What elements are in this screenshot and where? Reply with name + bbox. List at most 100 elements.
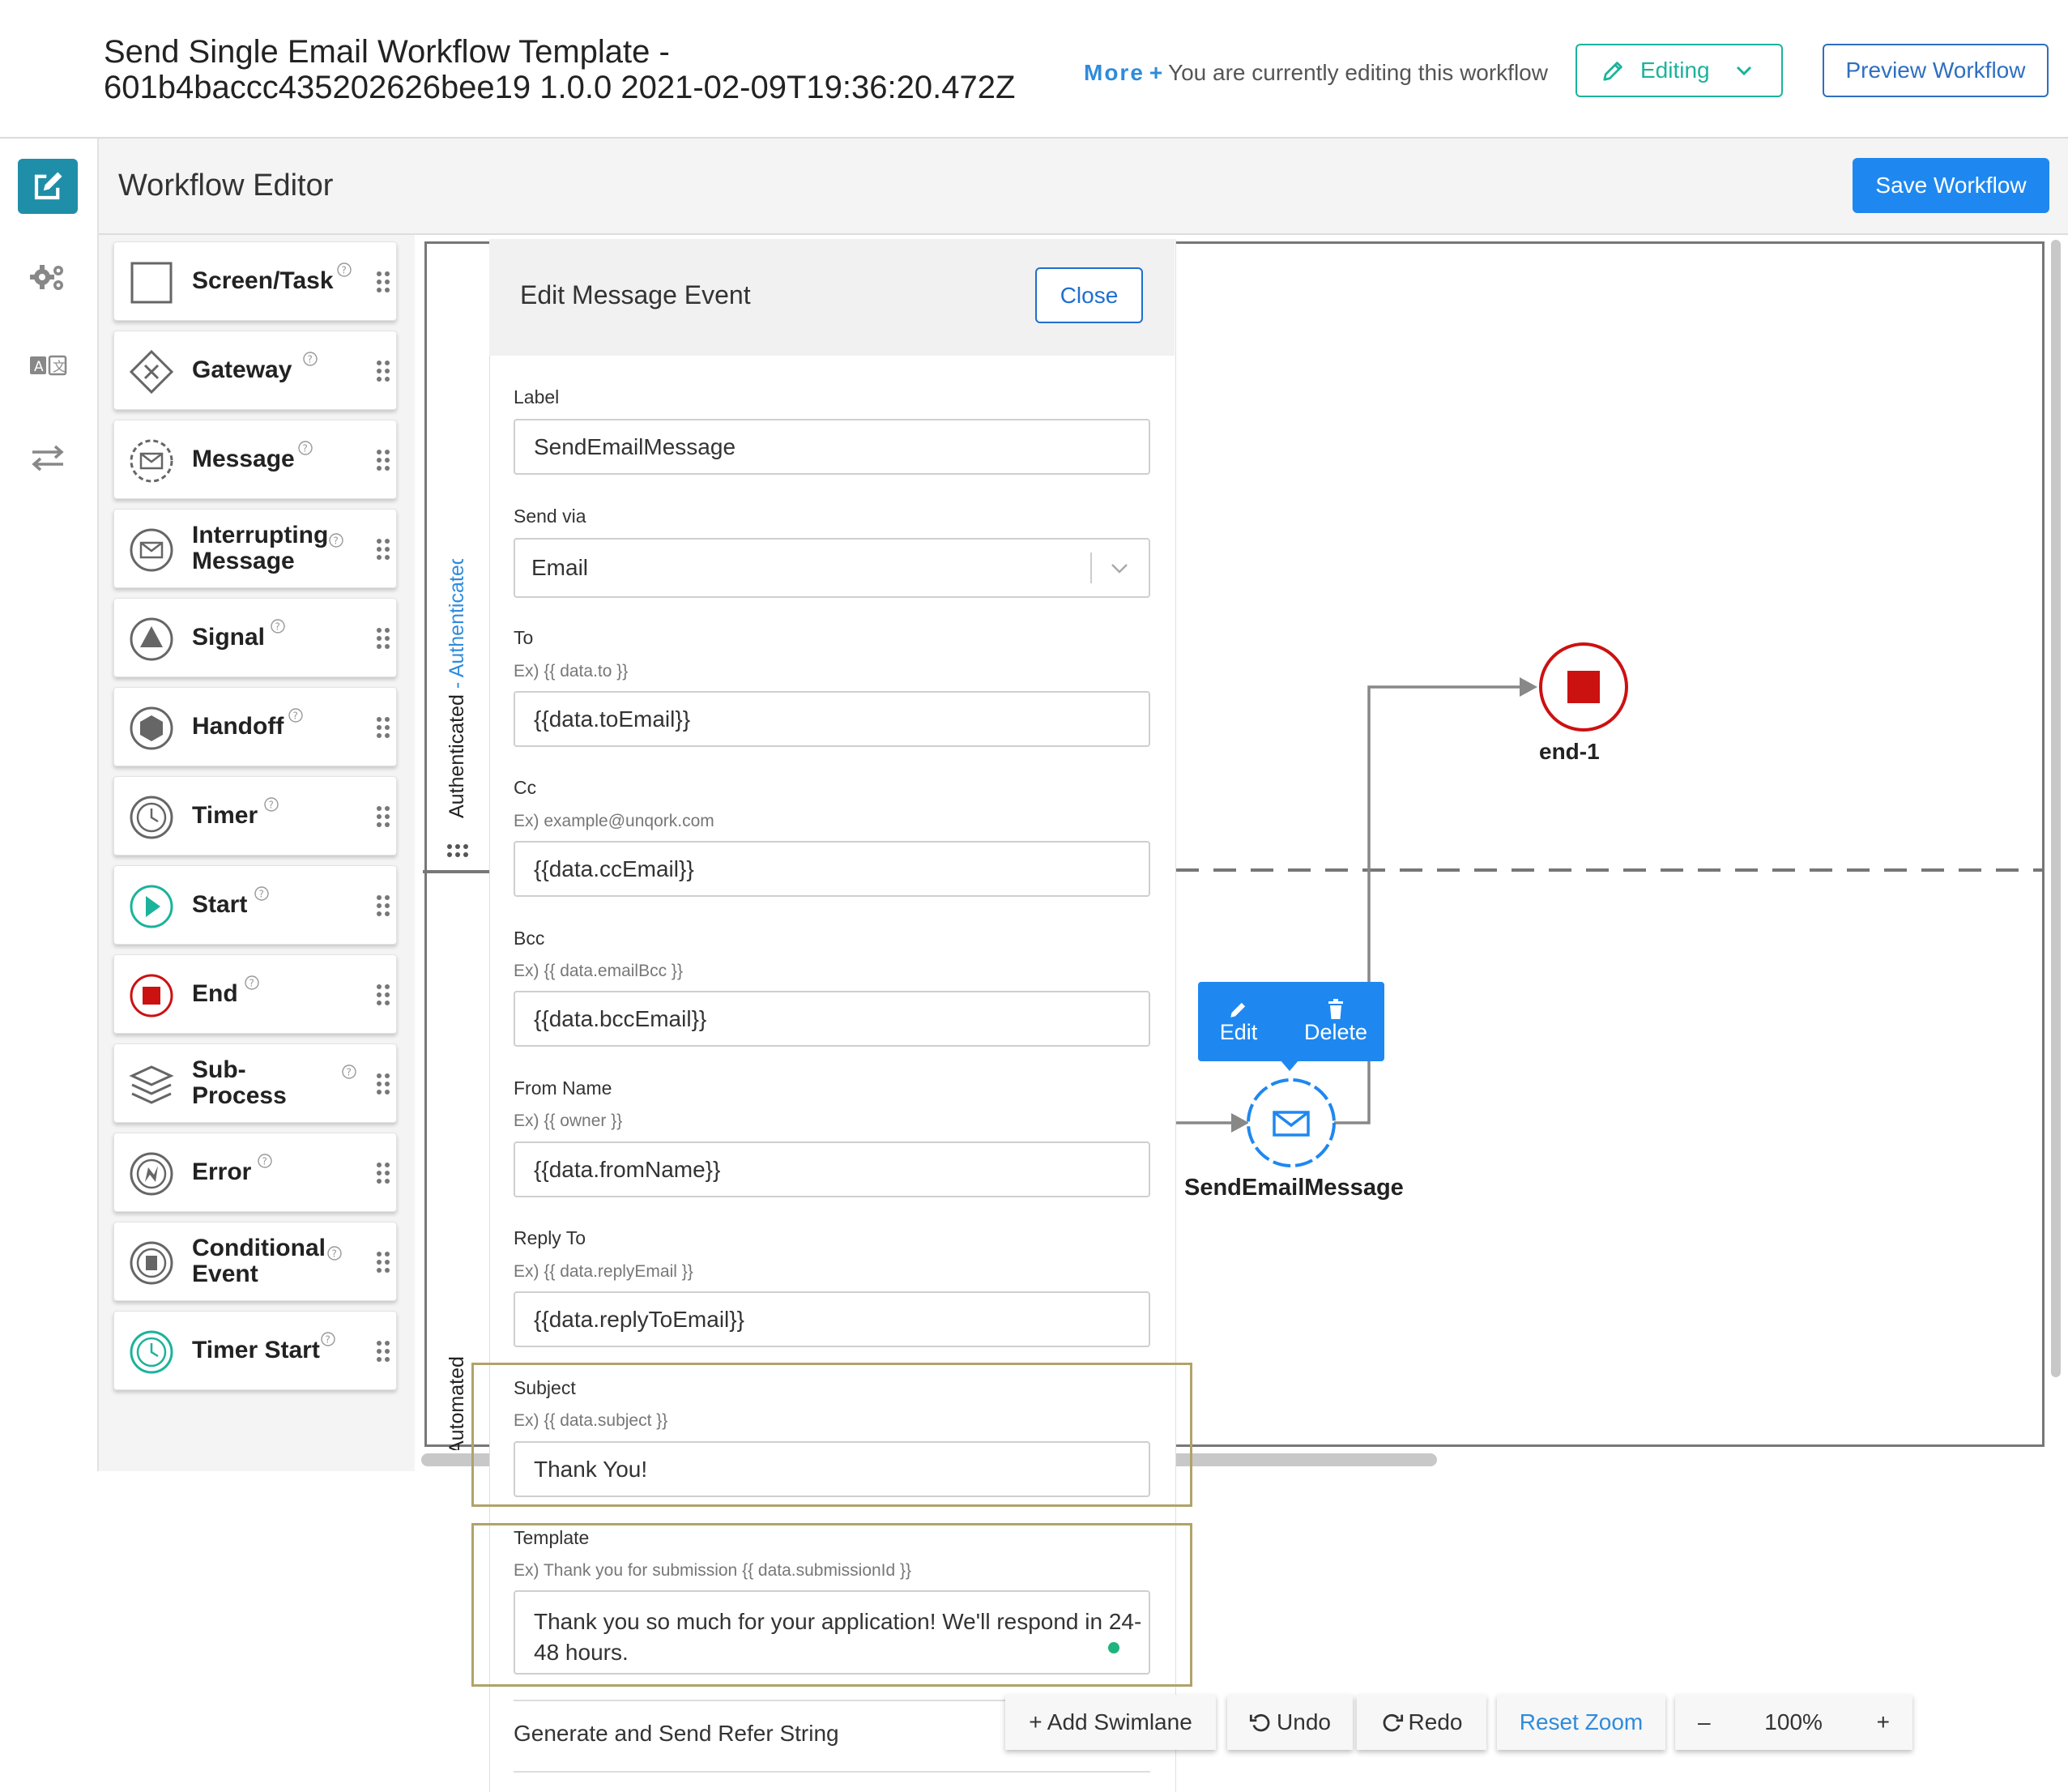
template-label: Template [514,1527,590,1548]
help-icon[interactable]: ? [320,1331,336,1347]
help-icon[interactable]: ? [244,975,260,991]
svg-text:?: ? [275,621,280,633]
close-panel-button[interactable]: Close [1035,267,1143,323]
palette-item-label: Handoff [192,713,284,740]
preview-workflow-button[interactable]: Preview Workflow [1823,44,2049,97]
node-edit-label: Edit [1219,1019,1258,1044]
subject-label: Subject [514,1377,576,1398]
help-icon[interactable]: ? [257,1153,273,1169]
rail-edit-button[interactable] [18,159,78,214]
node-delete-button[interactable]: Delete [1288,982,1384,1061]
reset-zoom-button[interactable]: Reset Zoom [1497,1695,1665,1750]
editing-mode-dropdown[interactable]: Editing [1576,44,1783,97]
reply-to-input[interactable]: {{data.replyToEmail}} [514,1291,1150,1347]
drag-handle-icon[interactable] [375,1250,391,1274]
palette-item-start[interactable]: Start ? [113,865,397,945]
palette-item-error[interactable]: Error ? [113,1133,397,1212]
to-label: To [514,627,534,648]
zoom-out-button[interactable]: – [1698,1709,1711,1735]
editor-title: Workflow Editor [118,169,334,203]
from-name-input[interactable]: {{data.fromName}} [514,1141,1150,1197]
palette-item-signal[interactable]: Signal ? [113,598,397,677]
reply-to-hint: Ex) {{ data.replyEmail }} [514,1262,693,1281]
gears-icon[interactable] [28,261,68,293]
lane-authenticated-label[interactable]: Authenticated - Authenticated [439,553,471,818]
drag-dots-icon [447,844,468,857]
chevron-down-icon [1736,66,1752,76]
clock-start-icon [130,1330,173,1374]
palette-item-label: Error [192,1158,252,1185]
drag-handle-icon[interactable] [375,626,391,651]
help-icon[interactable]: ? [270,618,286,634]
cc-input[interactable]: {{data.ccEmail}} [514,841,1150,897]
drag-handle-icon[interactable] [375,1161,391,1185]
template-textarea[interactable]: Thank you so much for your application! … [514,1590,1150,1675]
lane-drag-handle[interactable] [446,843,470,859]
help-icon[interactable]: ? [297,440,313,456]
help-icon[interactable]: ? [288,707,304,723]
palette-item-label: Conditional Event [192,1235,326,1287]
trash-icon [1328,998,1343,1019]
help-icon[interactable]: ? [328,532,344,548]
drag-handle-icon[interactable] [375,270,391,294]
svg-text:Authenticated - Authenticated: Authenticated - Authenticated [446,559,468,818]
help-icon[interactable]: ? [341,1064,357,1080]
help-icon[interactable]: ? [254,885,270,902]
zoom-in-button[interactable]: + [1877,1709,1890,1735]
svg-text:?: ? [326,1334,330,1346]
bcc-hint: Ex) {{ data.emailBcc }} [514,962,683,980]
subject-input[interactable]: Thank You! [514,1441,1150,1497]
end-event-node[interactable] [1539,642,1628,732]
drag-handle-icon[interactable] [375,715,391,740]
editor-toolbar [99,139,2068,235]
palette-item-sub-process[interactable]: Sub-Process ? [113,1043,397,1123]
svg-text:?: ? [249,978,254,989]
drag-handle-icon[interactable] [375,1072,391,1096]
refer-string-toggle-label[interactable]: Generate and Send Refer String [514,1721,839,1747]
svg-text:?: ? [342,265,347,276]
drag-handle-icon[interactable] [375,804,391,829]
send-via-select[interactable]: Email [514,538,1150,598]
help-icon[interactable]: ? [263,796,279,813]
drag-handle-icon[interactable] [375,983,391,1007]
flow-arrowhead [1520,677,1537,697]
pencil-icon [1230,1002,1246,1018]
drag-handle-icon[interactable] [375,894,391,918]
more-link[interactable]: More + [1084,60,1164,86]
diamond-x-icon [129,349,174,395]
drag-handle-icon[interactable] [375,537,391,561]
lane-automated-label[interactable]: Automated [439,1353,471,1454]
add-swimlane-button[interactable]: + Add Swimlane [1005,1695,1216,1750]
palette-item-screen-task[interactable]: Screen/Task ? [113,241,397,321]
palette-item-conditional-event[interactable]: Conditional Event ? [113,1222,397,1301]
redo-button[interactable]: Redo [1357,1695,1486,1750]
palette-item-end[interactable]: End ? [113,954,397,1034]
stop-circle-icon [130,974,173,1018]
save-workflow-button[interactable]: Save Workflow [1853,158,2049,213]
editing-label: Editing [1640,58,1710,83]
bcc-input[interactable]: {{data.bccEmail}} [514,991,1150,1047]
palette-item-timer-start[interactable]: Timer Start ? [113,1311,397,1390]
help-icon[interactable]: ? [326,1245,343,1261]
message-event-node[interactable] [1247,1078,1336,1167]
palette-item-handoff[interactable]: Handoff ? [113,687,397,766]
palette-item-timer[interactable]: Timer ? [113,776,397,855]
drag-handle-icon[interactable] [375,448,391,472]
svg-text:?: ? [303,443,308,454]
translate-icon[interactable]: A 文 [28,353,68,378]
help-icon[interactable]: ? [336,262,352,278]
canvas-vertical-scrollbar[interactable] [2051,240,2061,1377]
palette-item-message[interactable]: Message ? [113,420,397,499]
node-edit-button[interactable]: Edit [1198,982,1279,1061]
drag-handle-icon[interactable] [375,359,391,383]
conditional-circle-icon [130,1241,173,1285]
swap-arrows-icon[interactable] [28,444,68,471]
palette-item-interrupting-message[interactable]: Interrupting Message ? [113,509,397,588]
help-icon[interactable]: ? [302,351,318,367]
palette-item-gateway[interactable]: Gateway ? [113,331,397,410]
label-input[interactable]: SendEmailMessage [514,419,1150,475]
drag-handle-icon[interactable] [375,1339,391,1363]
row-divider [514,1771,1150,1773]
to-input[interactable]: {{data.toEmail}} [514,691,1150,747]
undo-button[interactable]: Undo [1227,1695,1353,1750]
